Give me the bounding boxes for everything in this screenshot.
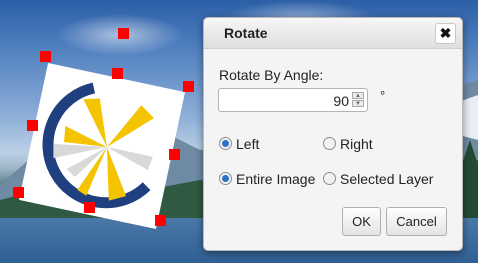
angle-spinbox[interactable]: ▲ ▼ bbox=[218, 88, 368, 112]
dialog-titlebar[interactable]: Rotate ✖ bbox=[204, 18, 462, 49]
resize-handle[interactable] bbox=[118, 28, 129, 39]
radio-entire-image-label: Entire Image bbox=[236, 171, 316, 187]
resize-handle[interactable] bbox=[112, 68, 123, 79]
radio-left-label: Left bbox=[236, 136, 260, 152]
caret-down-icon[interactable]: ▼ bbox=[352, 100, 364, 107]
cancel-button[interactable]: Cancel bbox=[386, 207, 447, 236]
angle-spinner[interactable]: ▲ ▼ bbox=[352, 92, 364, 108]
radio-left[interactable]: Left bbox=[219, 136, 259, 152]
radio-button[interactable] bbox=[323, 137, 336, 150]
degree-unit: ° bbox=[380, 88, 386, 103]
radio-button[interactable] bbox=[323, 172, 336, 185]
angle-input[interactable] bbox=[221, 91, 351, 111]
radio-button-checked[interactable] bbox=[219, 172, 232, 185]
resize-handle[interactable] bbox=[13, 187, 24, 198]
caret-up-icon[interactable]: ▲ bbox=[352, 92, 364, 99]
resize-handle[interactable] bbox=[27, 120, 38, 131]
radio-button-checked[interactable] bbox=[219, 137, 232, 150]
radio-selected-layer[interactable]: Selected Layer bbox=[323, 171, 433, 187]
resize-handle[interactable] bbox=[169, 149, 180, 160]
radio-right[interactable]: Right bbox=[323, 136, 373, 152]
resize-handle[interactable] bbox=[84, 202, 95, 213]
radio-right-label: Right bbox=[340, 136, 373, 152]
close-button[interactable]: ✖ bbox=[435, 23, 456, 44]
resize-handle[interactable] bbox=[183, 81, 194, 92]
rotate-dialog: Rotate ✖ Rotate By Angle: ▲ ▼ ° Left Rig… bbox=[203, 17, 463, 251]
dialog-title: Rotate bbox=[224, 25, 268, 41]
resize-handle[interactable] bbox=[40, 51, 51, 62]
angle-label: Rotate By Angle: bbox=[219, 67, 324, 83]
ok-button[interactable]: OK bbox=[342, 207, 381, 236]
resize-handle[interactable] bbox=[155, 215, 166, 226]
radio-selected-layer-label: Selected Layer bbox=[340, 171, 434, 187]
close-icon: ✖ bbox=[439, 25, 452, 41]
radio-entire-image[interactable]: Entire Image bbox=[219, 171, 315, 187]
